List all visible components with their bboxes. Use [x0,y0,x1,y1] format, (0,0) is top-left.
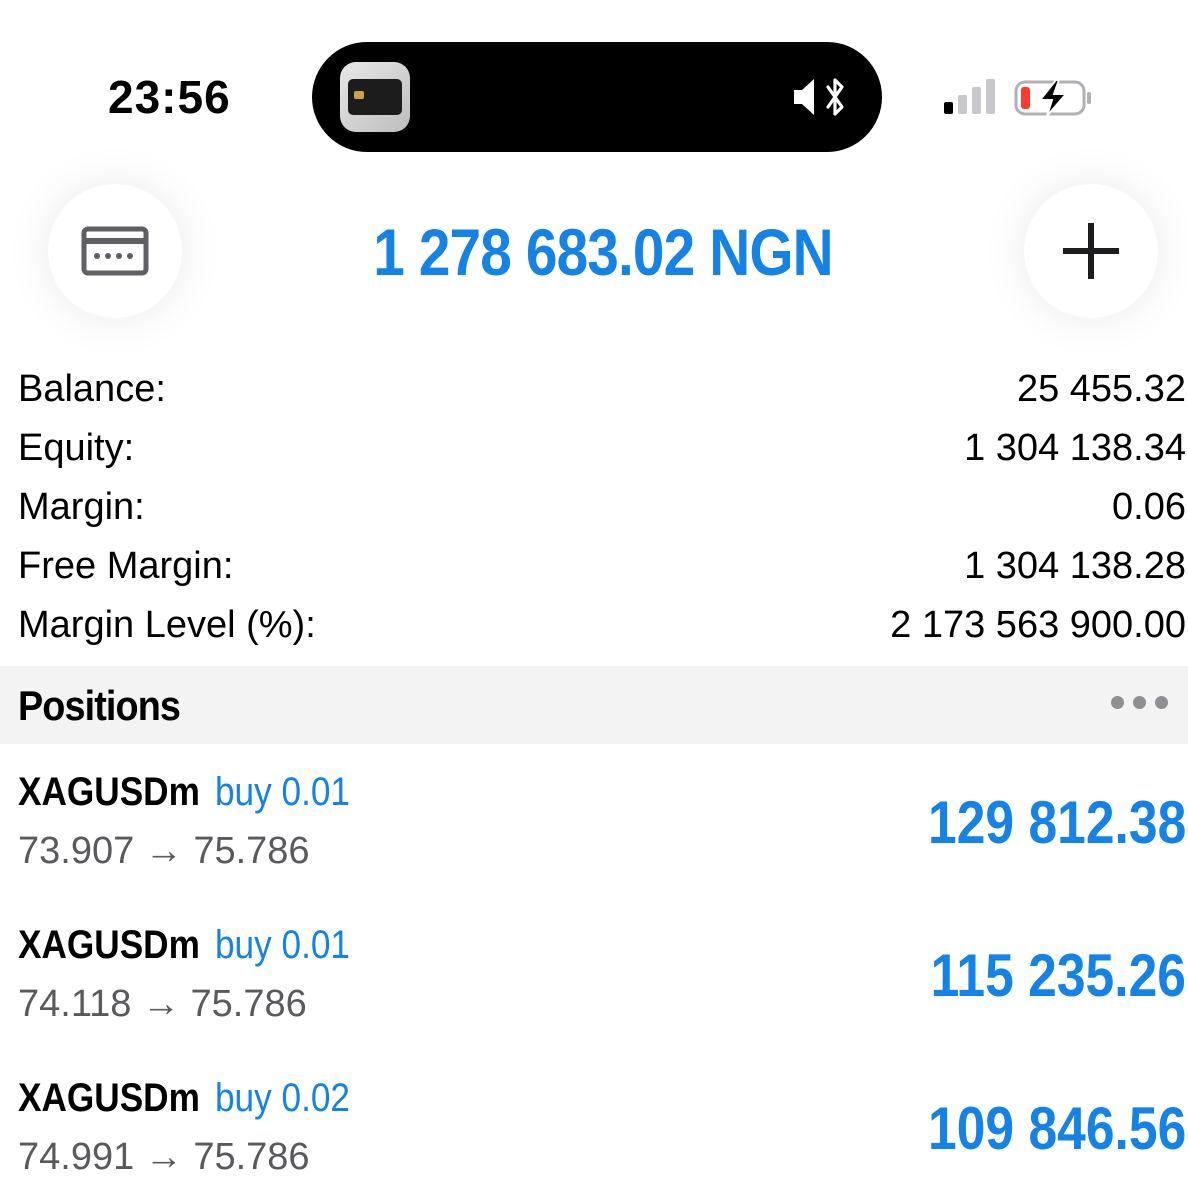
margin-level-label: Margin Level (%): [18,604,316,646]
balance-label: Balance: [18,368,166,410]
new-order-button[interactable] [1024,184,1158,318]
balance-value: 25 455.32 [1016,368,1186,410]
bluetooth-icon [826,78,844,116]
margin-level-value: 2 173 563 900.00 [890,604,1186,646]
deposit-button[interactable] [48,184,182,318]
summary-row-margin-level: Margin Level (%): 2 173 563 900.00 [18,596,1186,655]
margin-value: 0.06 [1112,486,1186,528]
status-time: 23:56 [108,71,231,123]
position-row[interactable]: XAGUSDm buy 0.01 73.907 → 75.786 129 812… [0,744,1188,897]
more-options-icon[interactable] [1111,696,1168,709]
summary-row-equity: Equity: 1 304 138.34 [18,419,1186,478]
position-type: buy 0.01 [214,770,351,814]
position-type: buy 0.02 [214,1076,351,1120]
equity-value: 1 304 138.34 [964,427,1186,469]
plus-icon [1063,223,1119,279]
position-prices: 74.118 → 75.786 [18,983,307,1025]
account-summary: Balance: 25 455.32 Equity: 1 304 138.34 … [18,360,1186,655]
app-thumbnail-icon[interactable] [340,62,410,132]
dynamic-island[interactable] [312,42,882,152]
summary-row-free-margin: Free Margin: 1 304 138.28 [18,537,1186,596]
summary-row-margin: Margin: 0.06 [18,478,1186,537]
positions-section-header: Positions [0,666,1188,744]
free-margin-value: 1 304 138.28 [964,545,1186,587]
position-type: buy 0.01 [214,923,351,967]
speaker-muted-icon [794,78,844,116]
cellular-signal-icon [944,79,995,114]
status-bar: 23:56 [0,0,1188,160]
position-row[interactable]: XAGUSDm buy 0.01 74.118 → 75.786 115 235… [0,897,1188,1050]
positions-list: XAGUSDm buy 0.01 73.907 → 75.786 129 812… [0,744,1188,1198]
position-prices: 73.907 → 75.786 [18,830,310,872]
margin-label: Margin: [18,486,145,528]
card-icon [81,226,149,276]
position-profit: 129 812.38 [927,789,1186,856]
positions-title: Positions [18,682,181,729]
summary-row-balance: Balance: 25 455.32 [18,360,1186,419]
position-symbol: XAGUSDm [18,923,200,967]
position-prices: 74.991 → 75.786 [18,1136,310,1178]
equity-header: 1 278 683.02 NGN [373,215,833,289]
battery-charging-icon [1014,79,1091,117]
position-symbol: XAGUSDm [18,1076,200,1120]
position-row[interactable]: XAGUSDm buy 0.02 74.991 → 75.786 109 846… [0,1050,1188,1198]
position-symbol: XAGUSDm [18,770,200,814]
position-profit: 115 235.26 [930,942,1186,1009]
position-profit: 109 846.56 [927,1095,1186,1162]
free-margin-label: Free Margin: [18,545,234,587]
equity-label: Equity: [18,427,135,469]
